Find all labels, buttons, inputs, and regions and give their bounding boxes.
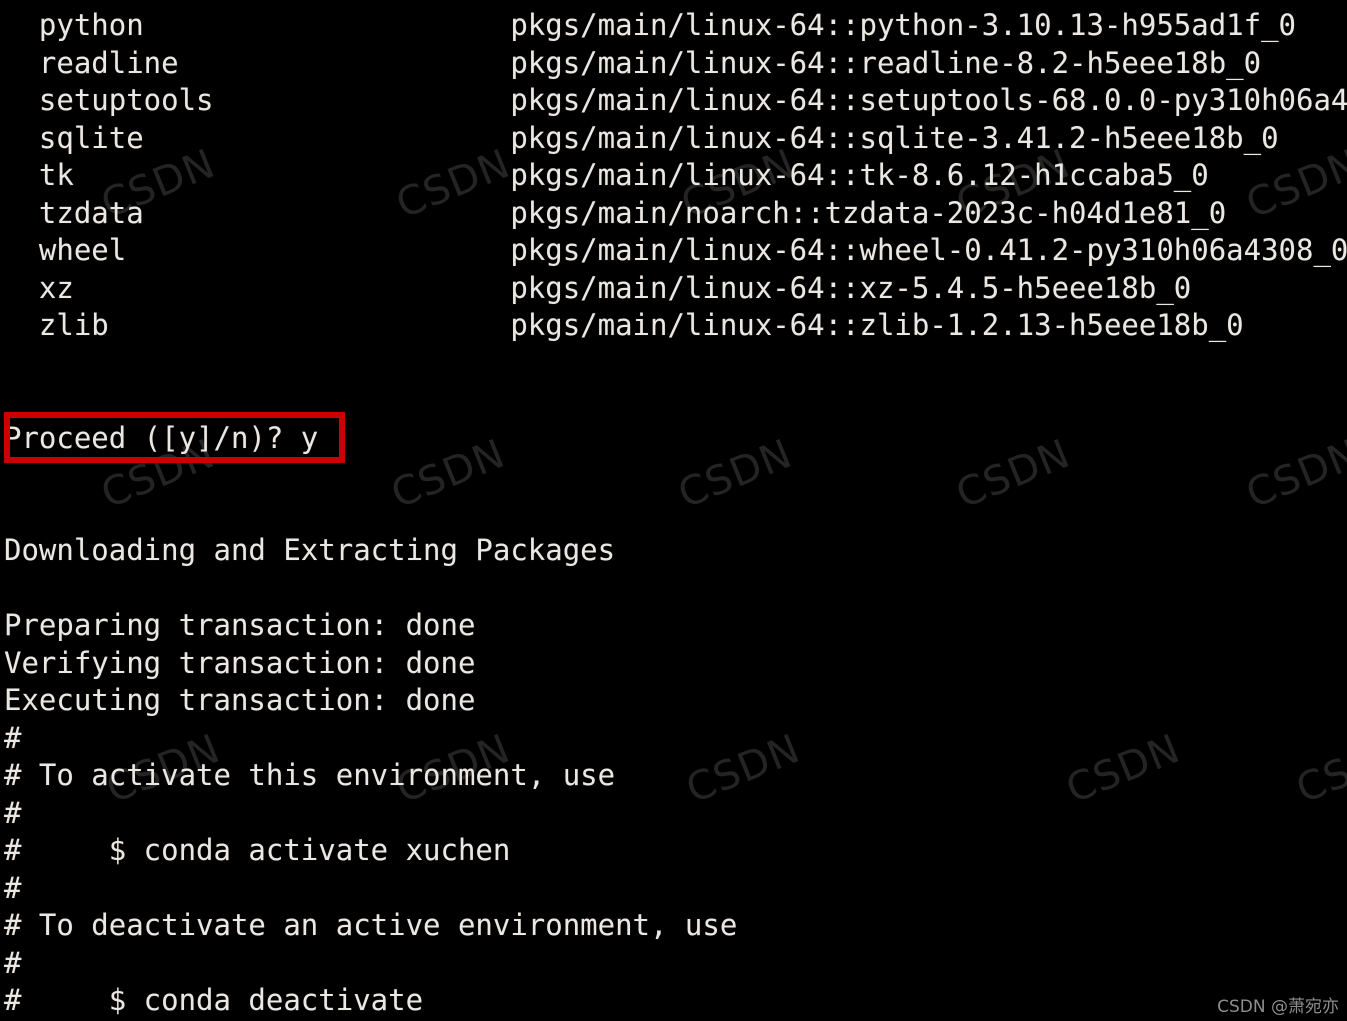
terminal-line: sqlite pkgs/main/linux-64::sqlite-3.41.2… [4,120,1279,155]
terminal-line: # To activate this environment, use [4,758,616,792]
terminal-line: xz pkgs/main/linux-64::xz-5.4.5-h5eee18b… [4,270,1192,305]
terminal-line: Verifying transaction: done [4,645,476,680]
terminal-line: # [4,945,22,980]
terminal-line: python pkgs/main/linux-64::python-3.10.1… [4,8,1297,42]
terminal-line: tk pkgs/main/linux-64::tk-8.6.12-h1ccaba… [4,158,1209,192]
terminal-line: setuptools pkgs/main/linux-64::setuptool… [4,83,1347,117]
terminal-window[interactable]: CSDN CSDN CSDN CSDN CSDN CSDN CSDN CSDN CSDN CSDN… [0,0,1347,1021]
terminal-line: Proceed ([y]/n)? y [4,420,319,455]
terminal-line: # To deactivate an active environment, u… [4,908,738,942]
terminal-line: zlib pkgs/main/linux-64::zlib-1.2.13-h5e… [4,308,1244,342]
terminal-line: # [4,720,22,755]
terminal-line: Downloading and Extracting Packages [4,533,616,567]
terminal-line: wheel pkgs/main/linux-64::wheel-0.41.2-p… [4,233,1347,267]
terminal-line: # $ conda activate xuchen [4,833,511,867]
terminal-line: # $ conda deactivate [4,983,424,1017]
terminal-line: # [4,870,22,905]
terminal-line: Preparing transaction: done [4,608,476,642]
terminal-line: # [4,795,22,830]
terminal-line: readline pkgs/main/linux-64::readline-8.… [4,45,1262,80]
terminal-line: tzdata pkgs/main/noarch::tzdata-2023c-h0… [4,195,1227,230]
terminal-output: python pkgs/main/linux-64::python-3.10.1… [0,0,1347,1021]
terminal-line: Executing transaction: done [4,683,476,717]
csdn-credit: CSDN @萧宛亦 [1217,997,1339,1017]
